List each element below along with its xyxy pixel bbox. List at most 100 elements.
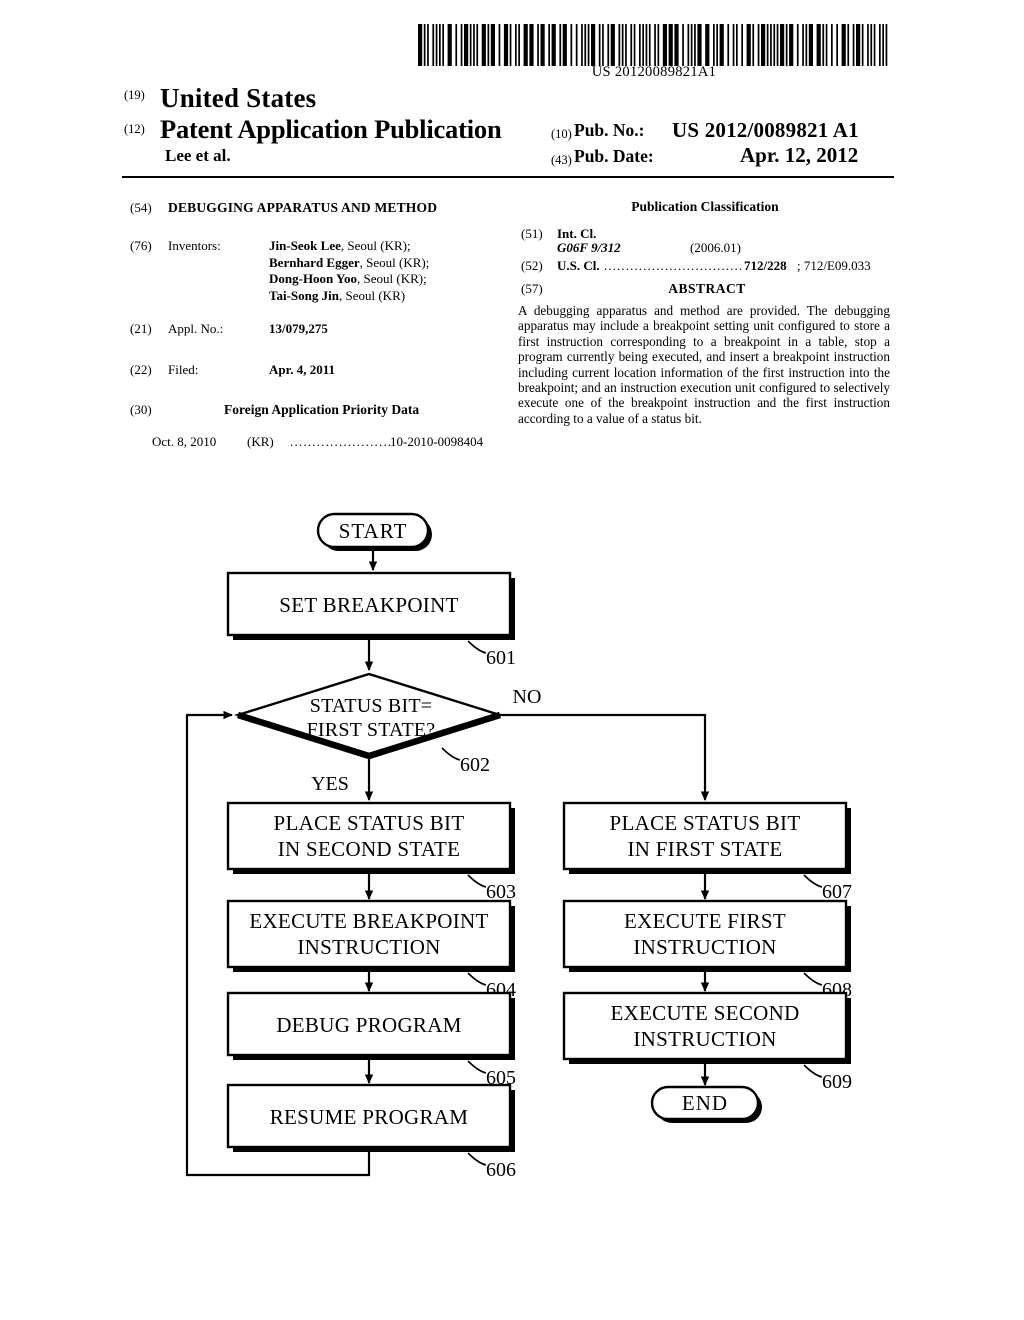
node-606-outline	[226, 1083, 512, 1149]
inventor-location: , Seoul (KR);	[357, 271, 427, 286]
inventor-entry: Jin-Seok Lee, Seoul (KR);	[269, 238, 429, 255]
pub-no-value: US 2012/0089821 A1	[672, 118, 859, 142]
node-605-label: DEBUG PROGRAM	[276, 1013, 461, 1037]
node-609-label-line1: EXECUTE SECOND	[610, 1001, 799, 1025]
us-cl-label: U.S. Cl.	[557, 258, 600, 273]
inventor-entry: Tai-Song Jin, Seoul (KR)	[269, 288, 429, 305]
connector-606-feedback-to-602	[185, 710, 371, 1177]
start-outline	[316, 512, 430, 549]
node-603-label-line2: IN SECOND STATE	[278, 837, 461, 861]
ref-608: 608	[822, 979, 852, 1001]
field-code-30: (30)	[130, 402, 152, 417]
inventor-entry: Bernhard Egger, Seoul (KR);	[269, 255, 429, 272]
invention-title: DEBUGGING APPARATUS AND METHOD	[168, 200, 438, 215]
node-609-shadow	[569, 998, 851, 1064]
node-605-outline	[226, 991, 512, 1057]
node-607-outline	[562, 801, 848, 871]
ref-605: 605	[486, 1067, 516, 1089]
node-606-shadow	[233, 1090, 515, 1152]
node-607-label-line2: IN FIRST STATE	[628, 837, 783, 861]
leader-604	[467, 972, 487, 986]
start-label: START	[339, 519, 408, 543]
field-code-21: (21)	[130, 321, 152, 336]
appl-no-label: Appl. No.:	[168, 321, 224, 336]
document-type: Patent Application Publication	[160, 114, 502, 144]
node-609-label-line2: INSTRUCTION	[633, 1027, 776, 1051]
publication-classification-heading: Publication Classification	[631, 199, 779, 214]
priority-country: (KR)	[247, 434, 274, 449]
us-cl-sub-class: ; 712/E09.033	[797, 258, 871, 273]
pub-date-value: Apr. 12, 2012	[740, 143, 859, 167]
start-shadow	[322, 518, 432, 551]
inventors-list: Jin-Seok Lee, Seoul (KR); Bernhard Egger…	[269, 238, 429, 304]
inventor-name: Dong-Hoon Yoo	[269, 271, 358, 286]
flow-node-end: END	[650, 1085, 762, 1123]
code-10: (10)	[551, 127, 572, 141]
leader-601	[467, 640, 487, 654]
connector-602-no-to-607	[500, 713, 710, 801]
field-code-54: (54)	[130, 200, 152, 215]
node-604-outline	[226, 899, 512, 969]
abstract-text: A debugging apparatus and method are pro…	[518, 303, 890, 426]
node-608-shadow	[569, 906, 851, 972]
filed-label: Filed:	[168, 362, 199, 377]
ref-602: 602	[460, 754, 490, 776]
priority-number: 10-2010-0098404	[390, 434, 484, 449]
branch-label-yes: YES	[311, 773, 349, 795]
us-cl-leader-dots: ................................	[604, 258, 744, 273]
priority-date: Oct. 8, 2010	[152, 434, 217, 449]
node-603-outline	[226, 801, 512, 871]
branch-label-no: NO	[513, 686, 542, 708]
node-601-outline	[226, 571, 512, 637]
abstract-heading: ABSTRACT	[668, 281, 746, 296]
field-code-22: (22)	[130, 362, 152, 377]
inventor-name: Jin-Seok Lee	[269, 238, 341, 253]
flow-node-607: PLACE STATUS BIT IN FIRST STATE	[562, 801, 851, 874]
leader-602	[441, 747, 461, 761]
flow-node-609: EXECUTE SECOND INSTRUCTION	[562, 991, 851, 1064]
leader-607	[803, 874, 823, 888]
country-name: United States	[160, 83, 317, 113]
field-code-57: (57)	[521, 281, 543, 296]
inventors-label: Inventors:	[168, 238, 221, 253]
flow-node-605: DEBUG PROGRAM	[226, 991, 515, 1060]
ref-609: 609	[822, 1071, 852, 1093]
leader-608	[803, 972, 823, 986]
node-605-shadow	[233, 998, 515, 1060]
node-609-outline	[562, 991, 848, 1061]
flow-node-606: RESUME PROGRAM	[226, 1083, 515, 1152]
code-12: (12)	[124, 122, 145, 136]
priority-data-heading: Foreign Application Priority Data	[224, 402, 420, 417]
node-603-label-line1: PLACE STATUS BIT	[274, 811, 465, 835]
patent-publication-page: US 20120089821A1 (19) United States (12)…	[0, 0, 1024, 1320]
end-outline	[650, 1085, 760, 1121]
end-shadow	[656, 1091, 762, 1123]
priority-leader-dots: .......................	[290, 434, 393, 449]
leader-606	[467, 1152, 487, 1166]
node-601-label: SET BREAKPOINT	[279, 593, 458, 617]
node-604-shadow	[233, 906, 515, 972]
barcode-number: US 20120089821A1	[591, 64, 717, 80]
code-43: (43)	[551, 153, 572, 167]
ref-604: 604	[486, 979, 516, 1001]
us-cl-main-class: 712/228	[744, 258, 787, 273]
leader-605	[467, 1060, 487, 1074]
decision-label-line1: STATUS BIT=	[310, 695, 432, 717]
node-607-shadow	[569, 808, 851, 874]
appl-no-value: 13/079,275	[269, 321, 328, 336]
field-code-76: (76)	[130, 238, 152, 253]
node-604-label-line2: INSTRUCTION	[297, 935, 440, 959]
filed-value: Apr. 4, 2011	[269, 362, 335, 377]
leader-603	[467, 874, 487, 888]
int-cl-version: (2006.01)	[690, 240, 741, 255]
decision-outline	[233, 672, 505, 758]
node-606-label: RESUME PROGRAM	[270, 1105, 469, 1129]
node-601-shadow	[233, 578, 515, 640]
leader-609	[803, 1064, 823, 1078]
barcode	[418, 24, 890, 66]
node-603-shadow	[233, 808, 515, 874]
inventor-location: , Seoul (KR)	[338, 287, 406, 303]
node-608-label-line2: INSTRUCTION	[633, 935, 776, 959]
pub-date-label: Pub. Date:	[574, 146, 654, 166]
flow-node-602-decision: STATUS BIT= FIRST STATE?	[233, 672, 505, 760]
